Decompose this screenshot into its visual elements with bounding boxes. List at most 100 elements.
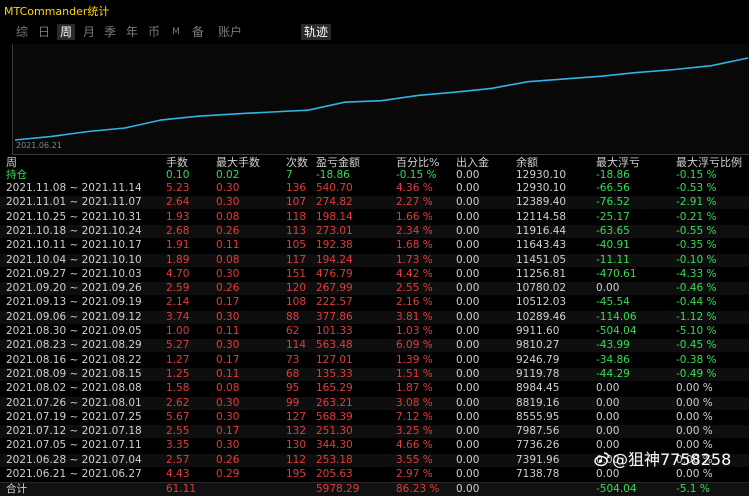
cell-lots: 2.55 [166, 425, 190, 438]
period-tabs: 综 日 周 月 季 年 币 M 备 账户 轨迹 [0, 20, 749, 42]
table-row[interactable]: 2021.10.04 ~ 2021.10.10 1.89 0.08 117 194.24… [0, 253, 749, 267]
cell-deposit-withdrawal: 0.00 [456, 224, 480, 237]
cell-lots: 1.58 [166, 382, 190, 395]
cell-max-drawdown: 0.00 [596, 282, 620, 295]
table-row[interactable]: 2021.09.20 ~ 2021.09.26 2.59 0.26 120 267.99… [0, 282, 749, 296]
cell-count: 151 [286, 267, 307, 280]
cell-lots: 1.25 [166, 367, 190, 380]
cell-percent: 2.27 % [396, 196, 433, 209]
cell-lots: 2.68 [166, 224, 190, 237]
tab-daily[interactable]: 日 [37, 24, 51, 40]
cell-max-lots: 0.30 [216, 196, 240, 209]
tab-track[interactable]: 轨迹 [301, 24, 331, 40]
cell-count: 120 [286, 282, 307, 295]
header-balance[interactable]: 余额 [516, 156, 596, 169]
tab-weekly[interactable]: 周 [57, 24, 75, 40]
table-row[interactable]: 2021.09.13 ~ 2021.09.19 2.14 0.17 108 222.57… [0, 296, 749, 309]
header-percent[interactable]: 百分比% [396, 156, 456, 169]
cell-max-drawdown: -44.29 [596, 367, 630, 380]
balance-chart: 2021.06.21 [12, 44, 749, 155]
cell-count: 99 [286, 396, 300, 409]
cell-max-drawdown: -11.11 [596, 253, 630, 266]
cell-percent: 1.51 % [396, 367, 433, 380]
cell-max-lots: 0.11 [216, 325, 240, 337]
cell-period: 2021.07.26 ~ 2021.08.01 [6, 396, 142, 409]
table-row[interactable]: 2021.11.08 ~ 2021.11.14 5.23 0.30 136 540.70… [0, 182, 749, 195]
cell-period: 2021.11.01 ~ 2021.11.07 [6, 196, 142, 209]
table-row[interactable]: 2021.10.25 ~ 2021.10.31 1.93 0.08 118 198.14… [0, 211, 749, 224]
table-row[interactable]: 2021.10.18 ~ 2021.10.24 2.68 0.26 113 273.01… [0, 224, 749, 238]
cell-percent: 86.23 % [396, 483, 440, 495]
table-row[interactable]: 2021.07.26 ~ 2021.08.01 2.62 0.30 99 263.21 3… [0, 396, 749, 410]
cell-profit-loss: 135.33 [316, 367, 353, 380]
cell-lots: 2.64 [166, 196, 190, 209]
table-row[interactable]: 2021.08.02 ~ 2021.08.08 1.58 0.08 95 165.29 1… [0, 382, 749, 395]
cell-deposit-withdrawal: 0.00 [456, 339, 480, 352]
cell-percent: 2.34 % [396, 224, 433, 237]
table-header-row: 周 手数 最大手数 次数 盈亏金额 百分比% 出入金 余额 最大浮亏 最大浮亏比… [0, 156, 749, 169]
cell-period: 2021.11.08 ~ 2021.11.14 [6, 182, 142, 194]
header-max-drawdown[interactable]: 最大浮亏 [596, 156, 676, 169]
cell-max-drawdown-pct: 0.00 % [676, 396, 713, 409]
table-row[interactable]: 2021.07.19 ~ 2021.07.25 5.67 0.30 127 568.39… [0, 411, 749, 424]
tab-monthly[interactable]: 月 [82, 24, 96, 40]
table-row[interactable]: 2021.07.12 ~ 2021.07.18 2.55 0.17 132 251.30… [0, 425, 749, 439]
cell-count: 112 [286, 453, 307, 466]
cell-max-drawdown: -504.04 [596, 325, 637, 337]
table-row[interactable]: 2021.09.27 ~ 2021.10.03 4.70 0.30 151 476.79… [0, 268, 749, 281]
table-row[interactable]: 2021.08.23 ~ 2021.08.29 5.27 0.30 114 563.48… [0, 339, 749, 353]
header-lots[interactable]: 手数 [166, 156, 216, 169]
header-max-lots[interactable]: 最大手数 [216, 156, 286, 169]
cell-profit-loss: 5978.29 [316, 483, 360, 495]
title-bar: MTCommander统计 [0, 0, 749, 20]
cell-lots: 5.23 [166, 182, 190, 194]
cell-lots: 1.91 [166, 239, 190, 252]
cell-profit-loss: 127.01 [316, 353, 353, 366]
table-row[interactable]: 2021.10.11 ~ 2021.10.17 1.91 0.11 105 192.38… [0, 239, 749, 252]
cell-max-lots: 0.30 [216, 182, 240, 194]
table-row[interactable]: 2021.08.30 ~ 2021.09.05 1.00 0.11 62 101.33 1… [0, 325, 749, 338]
header-max-drawdown-pct[interactable]: 最大浮亏比例 [676, 156, 749, 169]
cell-lots: 4.70 [166, 267, 190, 280]
cell-balance: 9246.79 [516, 353, 560, 366]
cell-lots: 4.43 [166, 468, 190, 480]
cell-period: 2021.09.13 ~ 2021.09.19 [6, 296, 142, 309]
header-period[interactable]: 周 [6, 156, 164, 169]
cell-count: 68 [286, 367, 300, 380]
cell-profit-loss: 101.33 [316, 325, 353, 337]
cell-profit-loss: 267.99 [316, 282, 353, 295]
cell-period: 2021.08.23 ~ 2021.08.29 [6, 339, 142, 352]
cell-max-drawdown: -504.04 [596, 483, 637, 495]
cell-profit-loss: 476.79 [316, 267, 353, 280]
balance-chart-svg [14, 57, 749, 141]
table-row[interactable]: 2021.08.16 ~ 2021.08.22 1.27 0.17 73 127.01 1… [0, 354, 749, 367]
open-position-row[interactable]: 持仓 0.10 0.02 7 -18.86 -0.15 % 0.00 12930… [0, 169, 749, 182]
cell-percent: 3.55 % [396, 453, 433, 466]
table-row[interactable]: 2021.08.09 ~ 2021.08.15 1.25 0.11 68 135.33 1… [0, 367, 749, 381]
cell-count: 127 [286, 410, 307, 423]
header-count[interactable]: 次数 [286, 156, 316, 169]
tab-yearly[interactable]: 年 [125, 24, 139, 40]
cell-profit-loss: 165.29 [316, 382, 353, 395]
header-deposit-withdrawal[interactable]: 出入金 [456, 156, 516, 169]
cell-count: 113 [286, 224, 307, 237]
cell-lots: 2.59 [166, 282, 190, 295]
cell-balance: 12114.58 [516, 210, 567, 223]
tab-account[interactable]: 账户 [216, 24, 244, 40]
cell-count: 73 [286, 353, 300, 366]
cell-max-lots: 0.08 [216, 210, 240, 223]
cell-deposit-withdrawal: 0.00 [456, 453, 480, 466]
cell-max-drawdown: -66.56 [596, 182, 630, 194]
cell-period: 2021.07.12 ~ 2021.07.18 [6, 425, 142, 438]
cell-max-drawdown: -25.17 [596, 210, 630, 223]
total-row[interactable]: 合计 61.11 5978.29 86.23 % 0.00 -504.04 -5… [0, 482, 749, 496]
tab-comment[interactable]: 备 [191, 24, 205, 40]
tab-magic[interactable]: M [170, 24, 182, 40]
table-row[interactable]: 2021.11.01 ~ 2021.11.07 2.64 0.30 107 274.82… [0, 196, 749, 210]
tab-currency[interactable]: 币 [147, 24, 161, 40]
tab-quarterly[interactable]: 季 [103, 24, 117, 40]
header-profit-loss[interactable]: 盈亏金额 [316, 156, 396, 169]
tab-overview[interactable]: 综 [15, 24, 29, 40]
cell-max-lots: 0.26 [216, 282, 240, 295]
table-row[interactable]: 2021.09.06 ~ 2021.09.12 3.74 0.30 88 377.86 3… [0, 310, 749, 324]
